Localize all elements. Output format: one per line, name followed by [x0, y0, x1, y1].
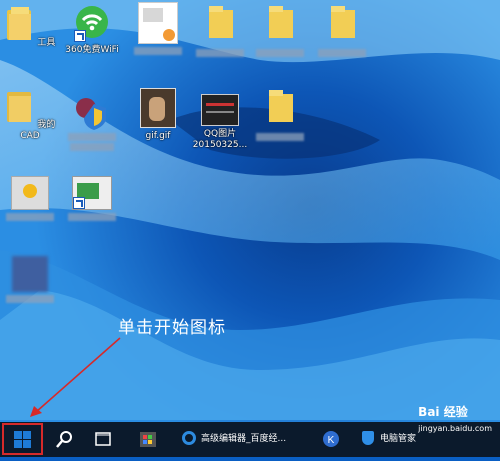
- shield-icon: [362, 430, 374, 445]
- desktop-icon-app-2[interactable]: [62, 176, 122, 221]
- blurred-label: [196, 49, 244, 57]
- taskbar-security-item[interactable]: 电脑管家: [360, 422, 426, 457]
- task-view-button[interactable]: [90, 422, 116, 457]
- icon-label-line2: 20150325...: [192, 140, 248, 150]
- baidu-watermark: Bai 经验 jingyan.baidu.com: [418, 403, 492, 434]
- desktop-icon-folder-5[interactable]: [250, 88, 310, 141]
- desktop-icon-blurred[interactable]: [0, 256, 60, 303]
- blurred-label: [256, 49, 304, 57]
- desktop-wallpaper: [0, 0, 500, 457]
- blurred-label: [134, 47, 182, 55]
- search-button[interactable]: [50, 422, 78, 457]
- blurred-label: [68, 213, 116, 221]
- watermark-text: Bai 经验: [418, 405, 468, 419]
- browser-icon: [182, 430, 196, 445]
- blurred-label: [6, 295, 54, 303]
- annotation-text: 单击开始图标: [118, 318, 226, 338]
- svg-text:K: K: [328, 435, 335, 446]
- k-app-icon: K: [323, 431, 339, 447]
- store-button[interactable]: [134, 422, 162, 457]
- shield-icon: [76, 98, 106, 130]
- desktop-icon-gongju[interactable]: 工具: [0, 6, 60, 49]
- badge-icon: [163, 29, 175, 41]
- blurred-label: [6, 213, 54, 221]
- folder-icon: [6, 7, 31, 40]
- gear-icon: [23, 184, 37, 198]
- search-icon: [56, 431, 72, 448]
- watermark-url: jingyan.baidu.com: [418, 424, 492, 433]
- desktop-icon-qq-image[interactable]: QQ图片 20150325...: [190, 94, 250, 151]
- browser-tab-label: 高级编辑器_百度经...: [201, 434, 287, 444]
- desktop-icon-folder-2[interactable]: [190, 4, 250, 57]
- desktop-icon-security[interactable]: [62, 96, 122, 151]
- folder-icon: [6, 92, 31, 122]
- blurred-label: [318, 49, 366, 57]
- taskbar-browser-item[interactable]: 高级编辑器_百度经...: [180, 422, 298, 457]
- folder-icon: [269, 6, 293, 38]
- blurred-label: [70, 143, 114, 151]
- desktop-icon-app-1[interactable]: [0, 176, 60, 221]
- taskbar-k-app[interactable]: K: [318, 422, 344, 457]
- shortcut-arrow-icon: [74, 30, 86, 42]
- security-tab-label: 电脑管家: [380, 434, 417, 444]
- desktop-icon-360wifi[interactable]: 360免费WiFi: [62, 4, 122, 56]
- blurred-label: [68, 133, 116, 141]
- blurred-label: [256, 133, 304, 141]
- folder-icon: [209, 6, 233, 38]
- desktop-icon-mycad[interactable]: 我的CAD: [0, 88, 60, 142]
- icon-label: gif.gif: [145, 131, 171, 141]
- folder-icon: [269, 90, 293, 122]
- icon-label: 360免费WiFi: [65, 45, 119, 55]
- desktop-icon-folder-4[interactable]: [312, 4, 372, 57]
- store-icon: [140, 432, 156, 447]
- icon-label: 工具: [37, 38, 56, 48]
- desktop-icon-gif[interactable]: gif.gif: [128, 88, 188, 142]
- shortcut-arrow-icon: [73, 197, 85, 209]
- desktop-icon-document[interactable]: [128, 2, 188, 55]
- icon-label-line1: QQ图片: [203, 129, 237, 139]
- task-view-icon: [95, 432, 111, 446]
- desktop-icon-folder-3[interactable]: [250, 4, 310, 57]
- start-highlight-box: [2, 423, 43, 455]
- folder-icon: [331, 6, 355, 38]
